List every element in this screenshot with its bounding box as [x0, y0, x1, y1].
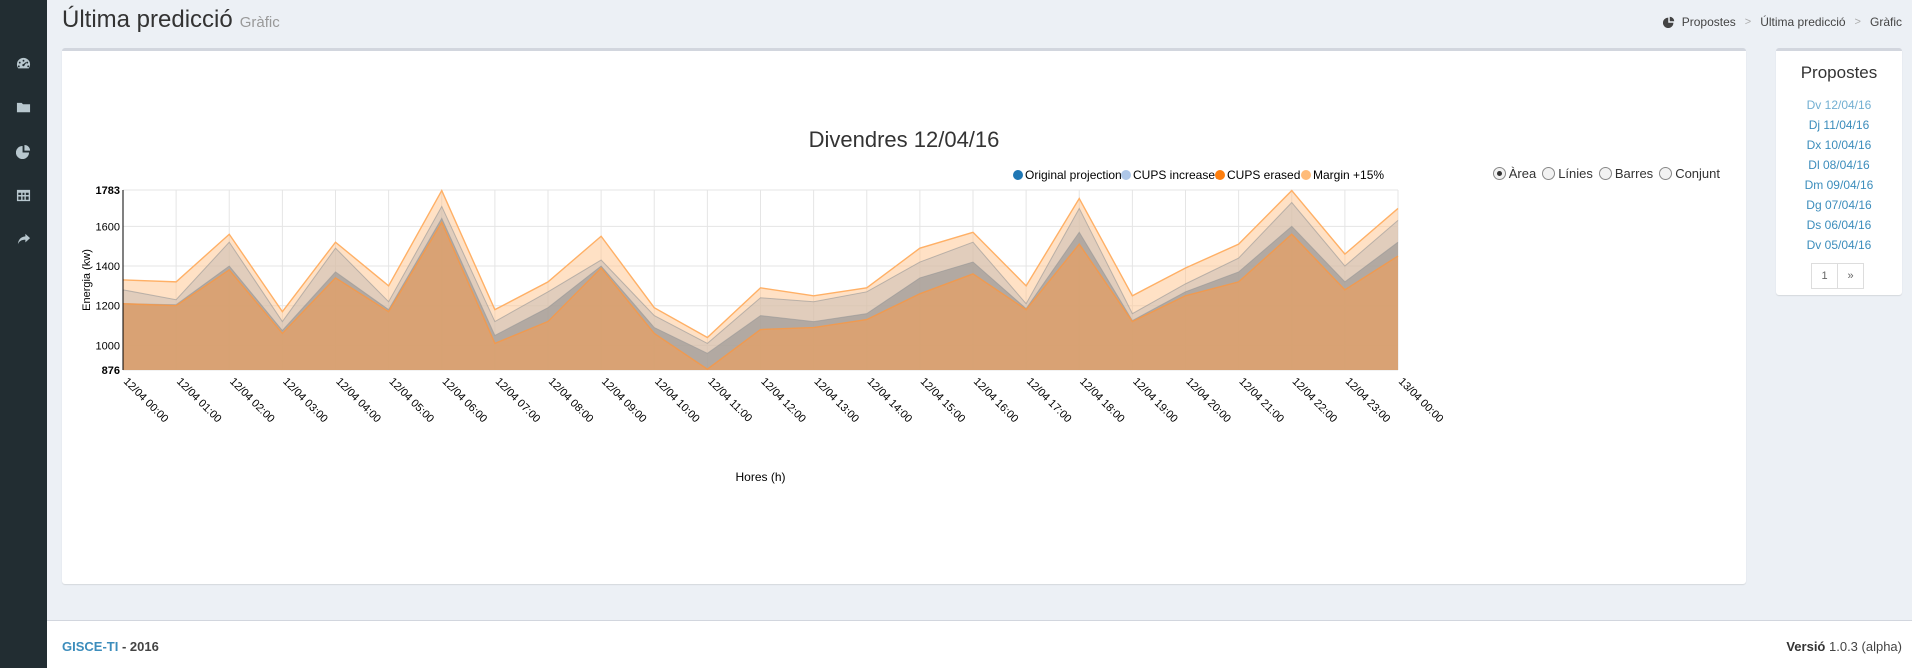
x-tick-label: 13/04 00:00	[1396, 376, 1446, 426]
legend-swatch	[1013, 170, 1023, 180]
y-tick-label: 876	[102, 365, 120, 377]
legend-label: CUPS increased	[1133, 168, 1222, 182]
x-tick-label: 12/04 14:00	[865, 376, 915, 426]
folder-icon[interactable]	[12, 96, 34, 118]
breadcrumb-item-grafic: Gràfic	[1869, 15, 1902, 29]
dashboard-icon[interactable]	[12, 52, 34, 74]
x-tick-label: 12/04 22:00	[1290, 376, 1340, 426]
x-tick-label: 12/04 15:00	[918, 376, 968, 426]
propostes-item[interactable]: Dv 12/04/16	[1776, 95, 1902, 115]
legend-label: Margin +15%	[1313, 168, 1384, 182]
y-tick-label: 1400	[96, 261, 120, 273]
x-tick-label: 12/04 18:00	[1077, 376, 1127, 426]
propostes-item[interactable]: Dm 09/04/16	[1776, 175, 1902, 195]
propostes-box: Propostes Dv 12/04/16 Dj 11/04/16 Dx 10/…	[1776, 48, 1902, 295]
area-chart: 8761000120014001600178312/04 00:00 12/04 …	[81, 168, 1446, 484]
pie-chart-icon	[1662, 16, 1674, 28]
propostes-item[interactable]: Dj 11/04/16	[1776, 115, 1902, 135]
x-tick-label: 12/04 21:00	[1237, 376, 1287, 426]
breadcrumb-item-ultima-prediccio[interactable]: Última predicció	[1760, 15, 1845, 29]
x-tick-label: 12/04 17:00	[1024, 376, 1074, 426]
propostes-item[interactable]: Dg 07/04/16	[1776, 195, 1902, 215]
page-title: Última predicció Gràfic	[62, 6, 280, 34]
x-tick-label: 12/04 09:00	[599, 376, 649, 426]
x-tick-label: 12/04 10:00	[652, 376, 702, 426]
version-number: 1.0.3 (alpha)	[1829, 639, 1902, 654]
x-tick-label: 12/04 08:00	[546, 376, 596, 426]
x-tick-label: 12/04 07:00	[493, 376, 543, 426]
y-tick-label: 1783	[96, 185, 120, 197]
x-tick-label: 12/04 16:00	[971, 376, 1021, 426]
propostes-item[interactable]: Dx 10/04/16	[1776, 135, 1902, 155]
x-tick-label: 12/04 04:00	[333, 376, 383, 426]
y-axis-label: Energia (kw)	[81, 249, 93, 311]
x-tick-label: 12/04 13:00	[812, 376, 862, 426]
x-tick-label: 12/04 02:00	[227, 376, 277, 426]
y-tick-label: 1600	[96, 221, 120, 233]
content-header: Última predicció Gràfic Propostes > Últim…	[62, 6, 1902, 40]
x-tick-label: 12/04 20:00	[1183, 376, 1233, 426]
propostes-title: Propostes	[1800, 63, 1878, 82]
footer-version: Versió 1.0.3 (alpha)	[1786, 639, 1902, 654]
table-icon[interactable]	[12, 184, 34, 206]
page-1-button[interactable]: 1	[1811, 263, 1838, 289]
x-tick-label: 12/04 19:00	[1130, 376, 1180, 426]
propostes-item[interactable]: Dv 05/04/16	[1776, 235, 1902, 255]
x-tick-label: 12/04 06:00	[440, 376, 490, 426]
propostes-list: Dv 12/04/16 Dj 11/04/16 Dx 10/04/16 Dl 0…	[1776, 95, 1902, 255]
chart-box: Divendres 12/04/16 Àrea Línies Barres Co…	[62, 48, 1746, 584]
x-tick-label: 12/04 00:00	[121, 376, 171, 426]
breadcrumb-separator: >	[1744, 16, 1752, 28]
footer: GISCE-TI - 2016 Versió 1.0.3 (alpha)	[47, 620, 1912, 668]
legend-label: Original projection	[1025, 168, 1122, 182]
legend-swatch	[1215, 170, 1225, 180]
page-title-text: Última predicció	[62, 6, 233, 33]
legend-swatch	[1301, 170, 1311, 180]
page-subtitle: Gràfic	[239, 14, 280, 31]
version-label: Versió	[1786, 639, 1826, 654]
footer-copyright: GISCE-TI - 2016	[62, 639, 159, 654]
sidebar	[0, 0, 47, 668]
legend-swatch	[1121, 170, 1131, 180]
breadcrumb-separator: >	[1854, 16, 1861, 28]
footer-year: - 2016	[121, 639, 159, 654]
y-tick-label: 1200	[96, 301, 120, 313]
brand-link[interactable]: GISCE-TI	[62, 639, 118, 654]
pie-chart-icon[interactable]	[12, 140, 34, 162]
legend-label: CUPS erased	[1227, 168, 1300, 182]
share-icon[interactable]	[12, 228, 34, 250]
pagination: 1 »	[1811, 263, 1864, 289]
x-tick-label: 12/04 23:00	[1343, 376, 1393, 426]
y-tick-label: 1000	[96, 340, 120, 352]
x-tick-label: 12/04 05:00	[387, 376, 437, 426]
x-tick-label: 12/04 11:00	[705, 376, 754, 425]
x-axis-label: Hores (h)	[735, 470, 785, 484]
breadcrumb-item-propostes[interactable]: Propostes	[1682, 15, 1736, 29]
x-tick-label: 12/04 03:00	[280, 376, 330, 426]
propostes-item[interactable]: Dl 08/04/16	[1776, 155, 1902, 175]
x-tick-label: 12/04 01:00	[174, 376, 224, 426]
breadcrumb: Propostes > Última predicció > Gràfic	[1662, 15, 1902, 29]
propostes-item[interactable]: Ds 06/04/16	[1776, 215, 1902, 235]
next-page-button[interactable]: »	[1837, 263, 1864, 289]
x-tick-label: 12/04 12:00	[758, 376, 808, 426]
